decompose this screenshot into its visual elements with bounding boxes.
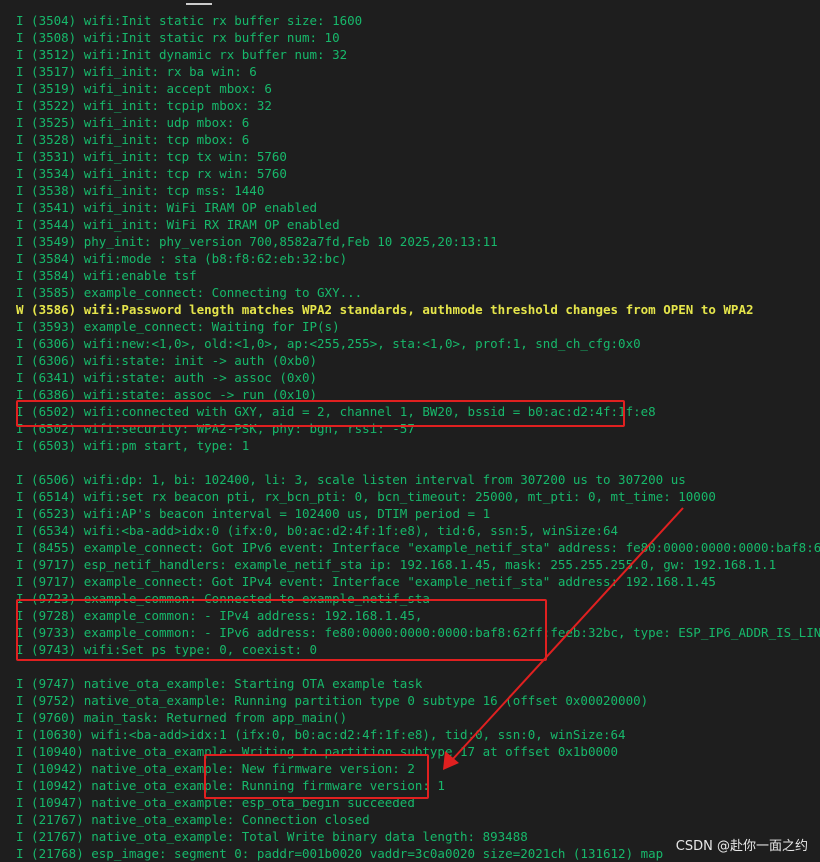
watermark: CSDN @赴你一面之约 [675,839,808,854]
annotation-arrow [443,507,684,770]
arrow-line [451,507,684,761]
